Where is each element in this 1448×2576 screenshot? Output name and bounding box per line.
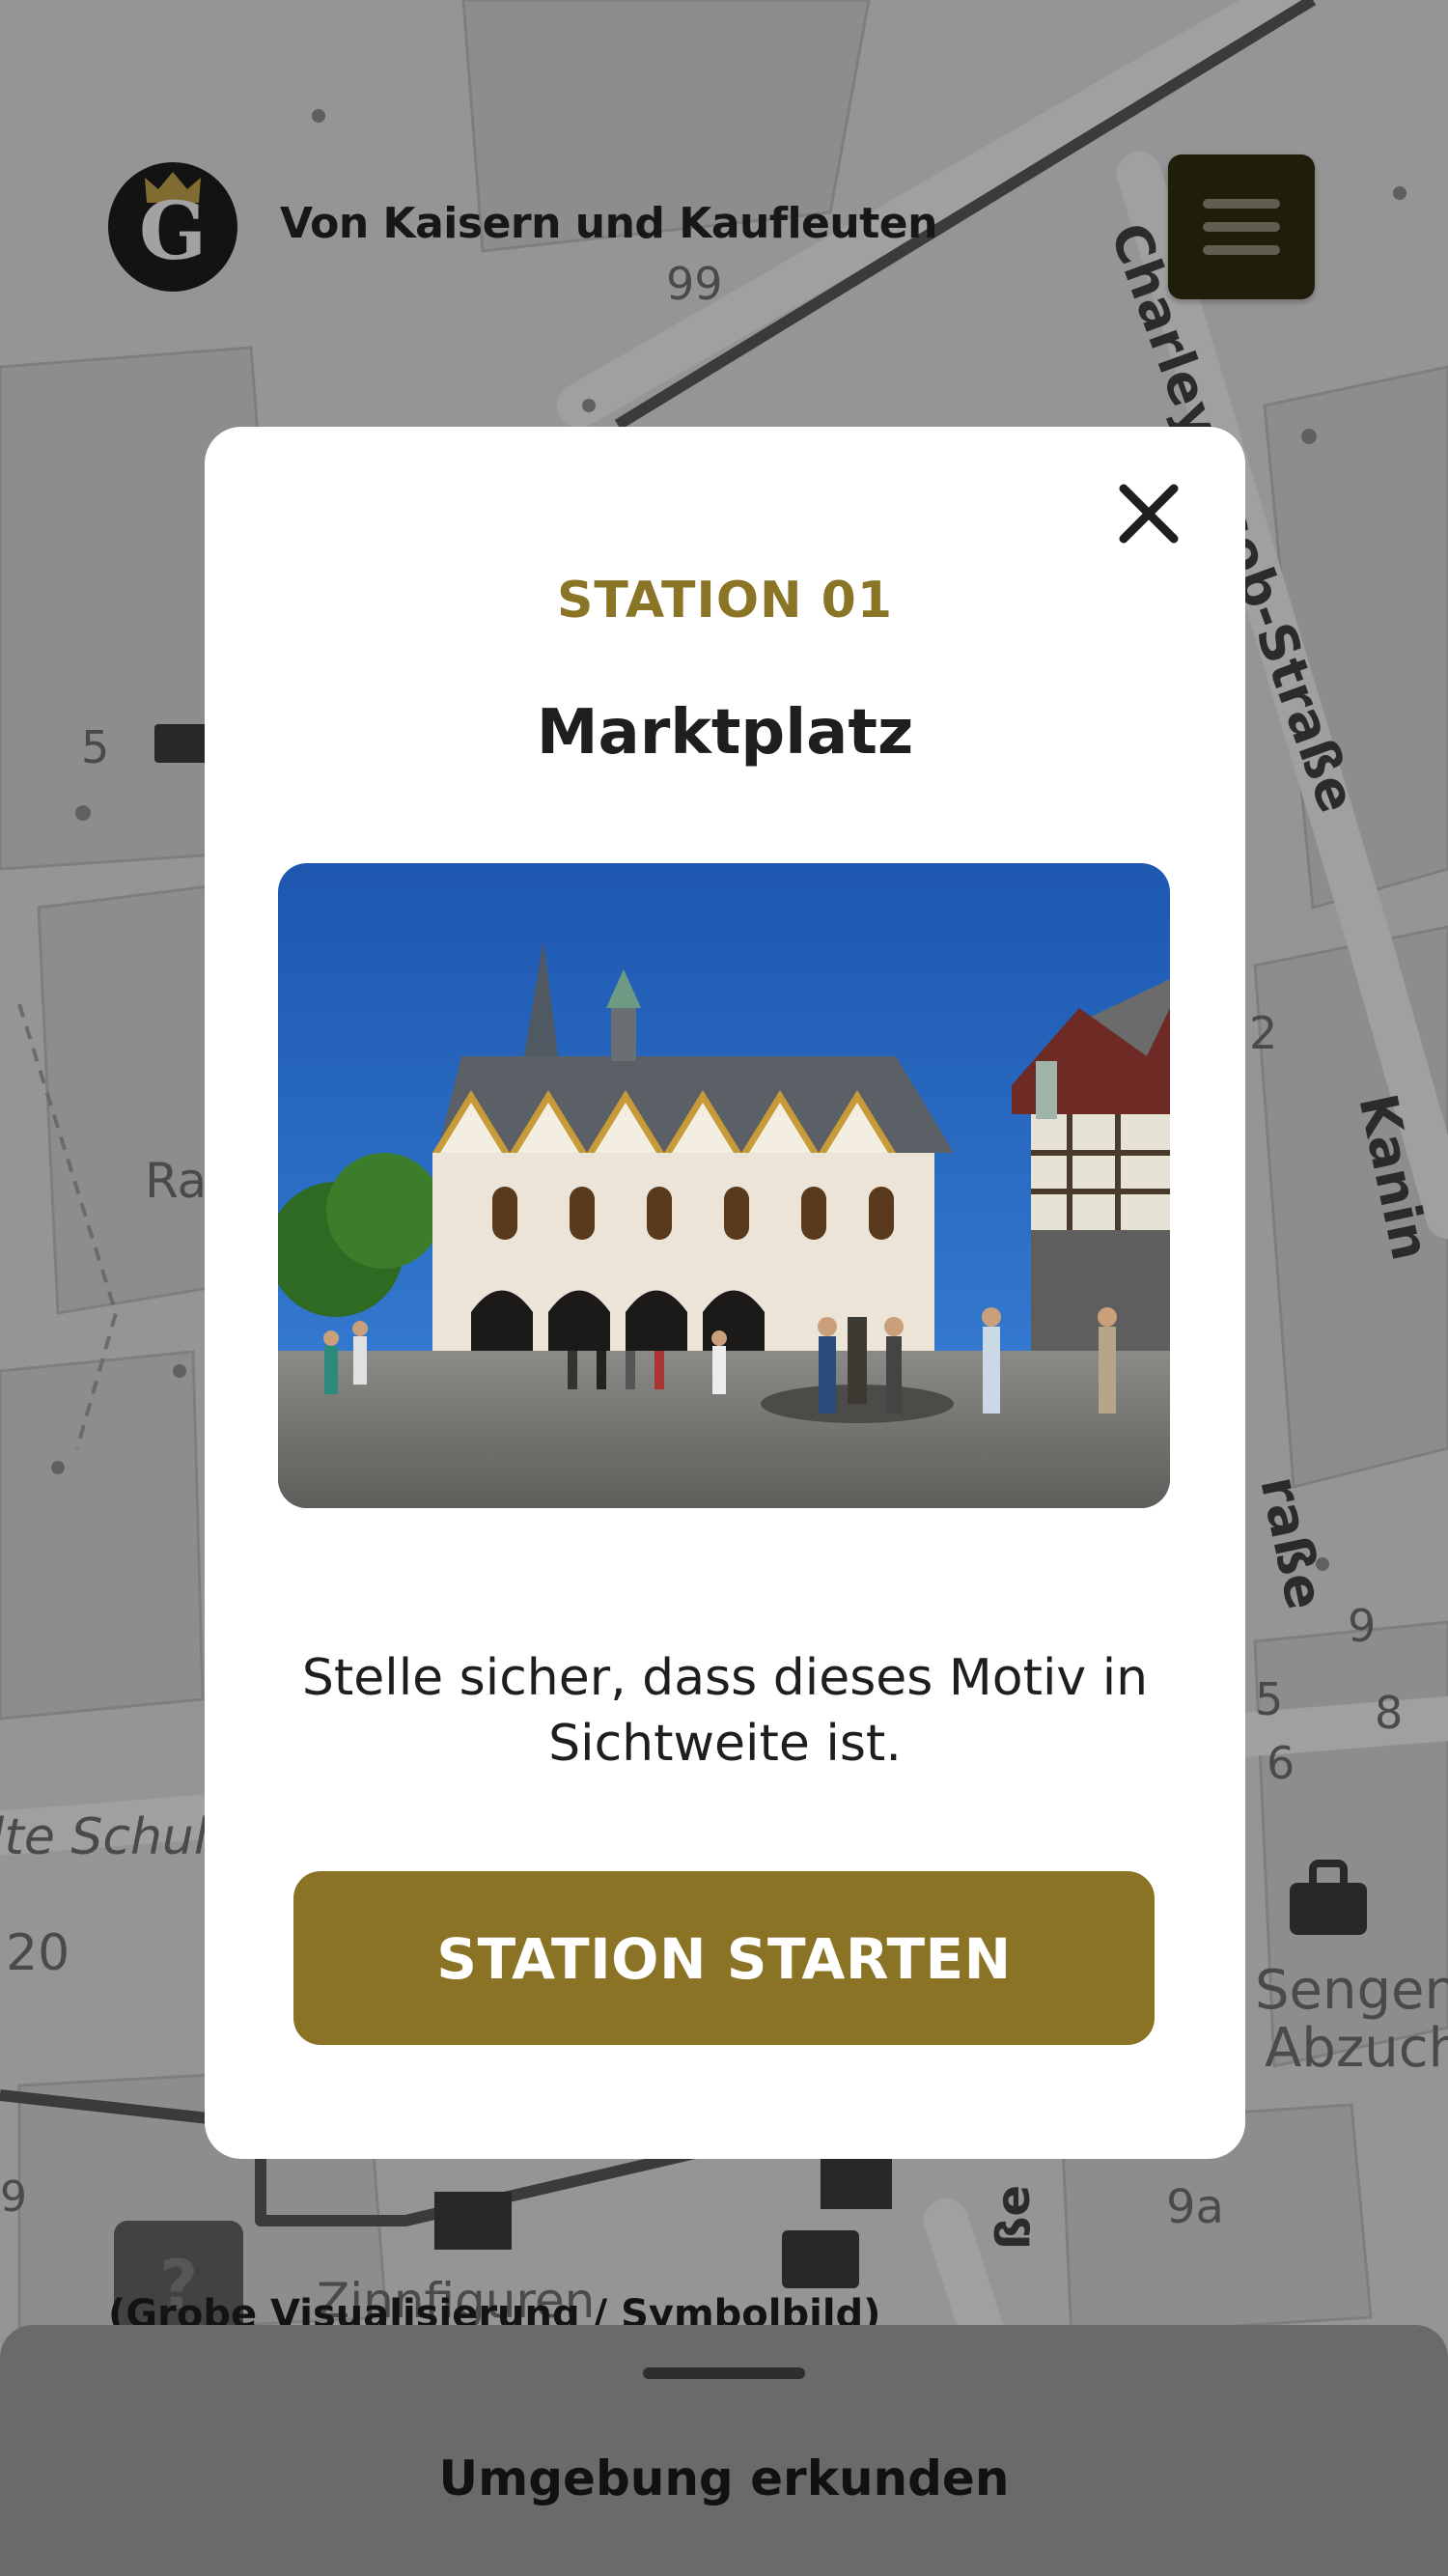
station-number: STATION 01 — [556, 572, 894, 630]
close-icon[interactable] — [1114, 479, 1183, 548]
bottom-sheet[interactable]: Umgebung erkunden — [0, 2325, 1448, 2576]
sheet-drag-handle[interactable] — [643, 2367, 805, 2379]
start-station-button[interactable]: STATION STARTEN — [293, 1871, 1155, 2045]
station-hint-text: Stelle sicher, dass dieses Motiv in Sich… — [301, 1649, 1149, 1773]
station-title: Marktplatz — [536, 697, 914, 769]
sheet-title: Umgebung erkunden — [438, 2450, 1010, 2506]
station-photo — [278, 863, 1170, 1508]
station-modal: STATION 01 Marktplatz Stelle sicher, das… — [205, 427, 1245, 2159]
